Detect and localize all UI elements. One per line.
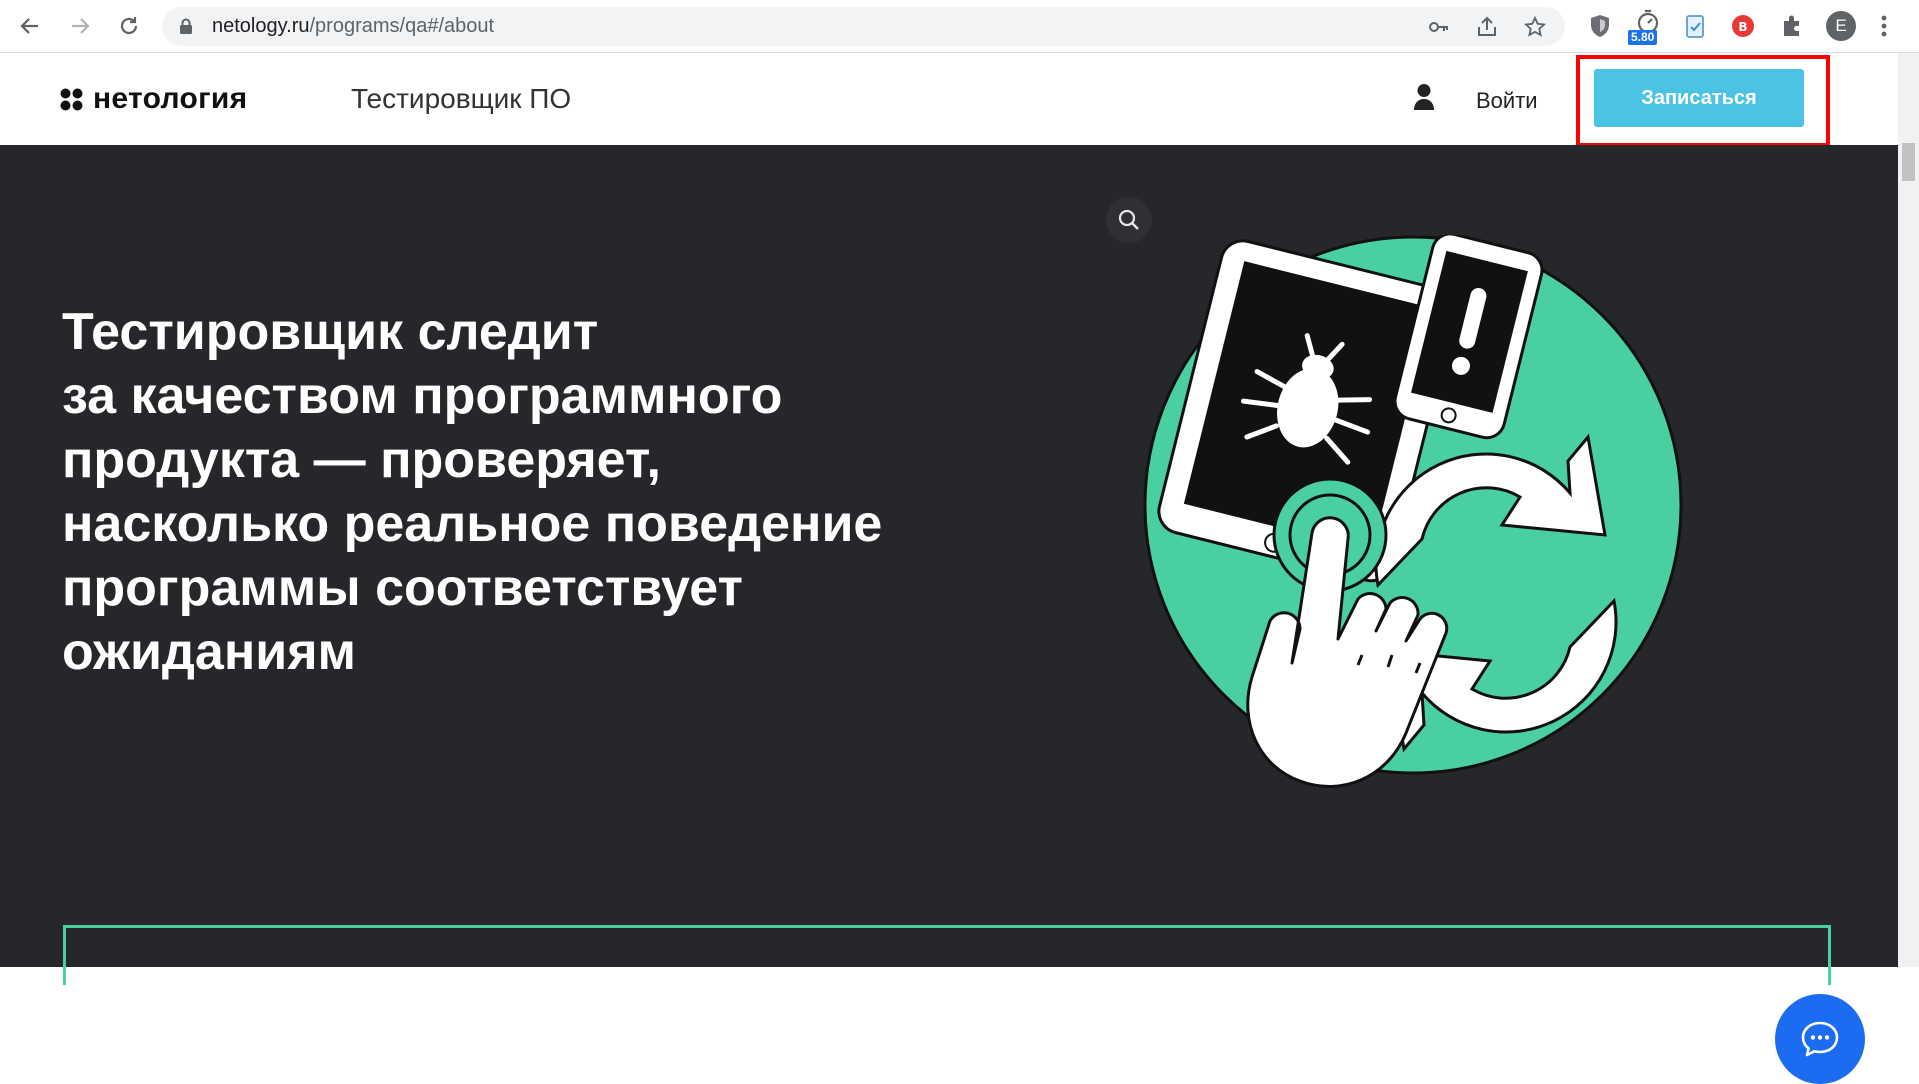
address-bar[interactable]: netology.ru/programs/qa#/about [162, 7, 1565, 46]
puzzle-icon[interactable] [1778, 12, 1806, 40]
content-card-outline [63, 925, 1831, 985]
annotation-highlight-box [1576, 55, 1830, 147]
hero-heading: Тестировщик следит за качеством программ… [62, 303, 883, 681]
user-icon[interactable] [1413, 83, 1435, 111]
reload-button[interactable] [113, 10, 145, 42]
logo-mark-icon [60, 88, 83, 110]
browser-toolbar: netology.ru/programs/qa#/about 5.80 B E [0, 0, 1919, 53]
lock-icon [180, 18, 192, 34]
course-title[interactable]: Тестировщик ПО [351, 83, 571, 115]
back-arrow-icon [20, 18, 38, 34]
hero-section: Тестировщик следит за качеством программ… [0, 145, 1898, 1084]
back-button[interactable] [14, 10, 46, 42]
red-circle-extension-icon[interactable]: B [1729, 12, 1757, 40]
magnifier-icon [1118, 209, 1139, 230]
forward-button[interactable] [64, 10, 96, 42]
svg-text:B: B [1738, 20, 1747, 34]
clipboard-extension-icon[interactable] [1681, 12, 1709, 40]
key-icon[interactable] [1427, 15, 1451, 39]
url-text: netology.ru/programs/qa#/about [212, 7, 494, 46]
url-path: /programs/qa#/about [309, 15, 495, 37]
qa-illustration [1143, 235, 1683, 788]
page-scrollbar[interactable] [1898, 53, 1919, 967]
share-icon[interactable] [1475, 15, 1499, 39]
chat-button[interactable] [1775, 994, 1865, 1084]
login-link[interactable]: Войти [1476, 88, 1538, 114]
kebab-menu-icon[interactable] [1878, 12, 1890, 40]
reload-icon [120, 17, 138, 35]
chat-bubble-icon [1801, 1021, 1839, 1057]
url-domain: netology.ru [212, 15, 310, 37]
scrollbar-thumb[interactable] [1902, 143, 1915, 181]
shield-extension-icon[interactable] [1586, 12, 1614, 40]
logo[interactable]: нетология [60, 82, 247, 116]
extension-badge: 5.80 [1628, 30, 1658, 45]
logo-text: нетология [93, 82, 248, 115]
profile-avatar[interactable]: E [1826, 11, 1856, 41]
bookmark-star-icon[interactable] [1523, 15, 1547, 39]
forward-arrow-icon [72, 18, 90, 34]
